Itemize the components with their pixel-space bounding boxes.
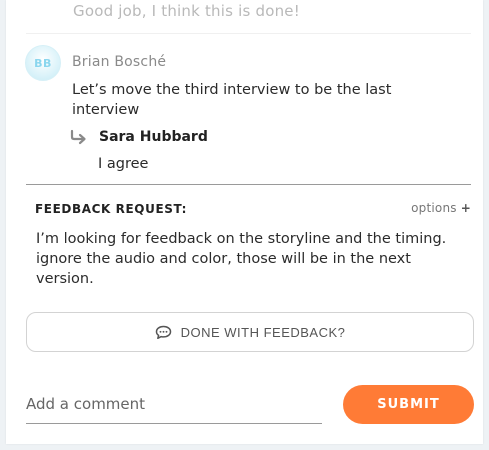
options-label: options [411, 201, 457, 215]
done-with-feedback-label: DONE WITH FEEDBACK? [180, 324, 346, 340]
submit-button[interactable]: SUBMIT [343, 385, 474, 424]
section-divider [26, 184, 471, 185]
add-comment-input[interactable] [26, 390, 322, 424]
done-with-feedback-button[interactable]: DONE WITH FEEDBACK? [26, 312, 474, 352]
feedback-request-label: FEEDBACK REQUEST: [35, 202, 188, 216]
divider [26, 33, 471, 34]
previous-comment-text: Good job, I think this is done! [73, 2, 300, 20]
options-link[interactable]: options + [411, 201, 471, 215]
avatar[interactable]: BB [25, 45, 61, 81]
reply-arrow-icon [70, 129, 86, 145]
comment-author[interactable]: Brian Bosché [72, 54, 166, 70]
comments-panel: Good job, I think this is done! BB Brian… [6, 0, 483, 444]
speech-bubble-icon [155, 325, 171, 339]
reply-author[interactable]: Sara Hubbard [99, 129, 208, 145]
comment-text: Let’s move the third interview to be the… [72, 82, 392, 118]
feedback-request-text: I’m looking for feedback on the storylin… [36, 231, 447, 287]
reply-text: I agree [98, 156, 149, 172]
plus-icon: + [460, 201, 471, 215]
